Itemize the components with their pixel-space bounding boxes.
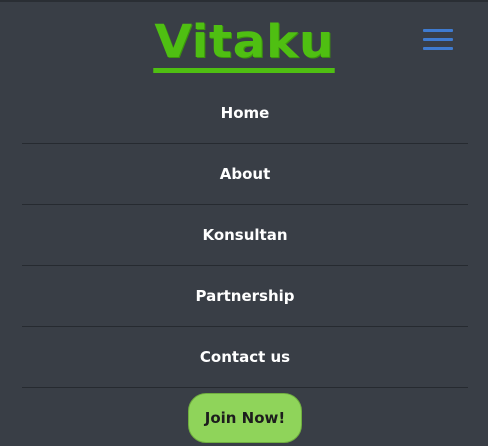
hamburger-bar <box>423 29 453 32</box>
hamburger-bar <box>423 38 453 41</box>
join-now-button[interactable]: Join Now! <box>188 393 302 443</box>
nav-item-label: Partnership <box>195 287 295 305</box>
nav-item-label: Konsultan <box>202 226 288 244</box>
site-header: Vitaku <box>0 2 488 82</box>
page: Vitaku Home About Konsultan Partnership … <box>0 0 488 446</box>
nav-item-partnership[interactable]: Partnership <box>22 266 468 327</box>
nav-item-contact-us[interactable]: Contact us <box>22 327 468 388</box>
nav-item-label: About <box>219 165 271 183</box>
hamburger-menu-icon[interactable] <box>423 29 453 53</box>
nav-item-about[interactable]: About <box>22 144 468 205</box>
nav-item-label: Contact us <box>199 348 291 366</box>
main-nav: Home About Konsultan Partnership Contact… <box>22 83 468 388</box>
brand-logo-link[interactable]: Vitaku <box>0 16 488 73</box>
nav-item-label: Home <box>220 104 270 122</box>
nav-item-konsultan[interactable]: Konsultan <box>22 205 468 266</box>
hamburger-bar <box>423 47 453 50</box>
nav-item-home[interactable]: Home <box>22 83 468 144</box>
brand-logo-text: Vitaku <box>153 16 335 73</box>
